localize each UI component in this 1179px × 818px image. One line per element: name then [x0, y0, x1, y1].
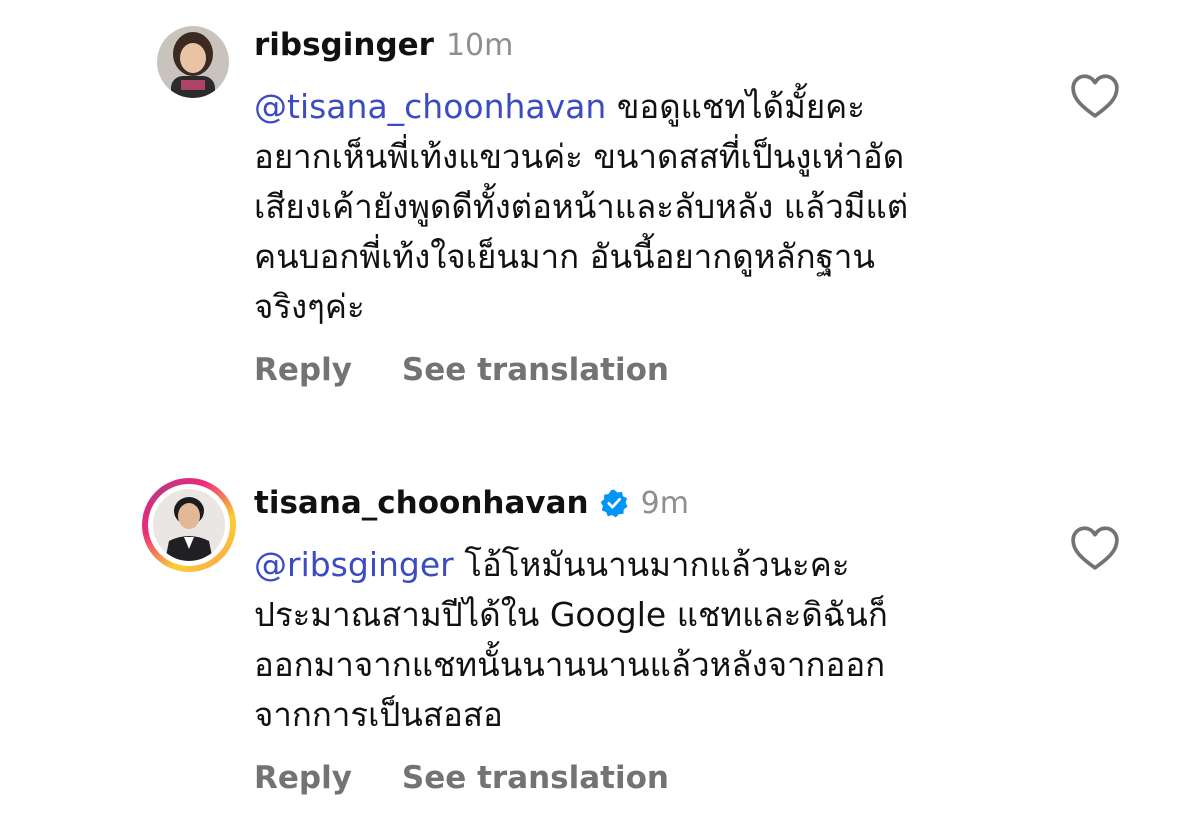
- timestamp: 10m: [445, 27, 514, 63]
- username[interactable]: ribsginger: [254, 27, 434, 63]
- comment-item: tisana_choonhavan 9m @ribsginger โอ้โหมั…: [0, 420, 1179, 818]
- avatar: [153, 489, 225, 561]
- comment-header: tisana_choonhavan 9m: [254, 482, 689, 524]
- mention-link[interactable]: @ribsginger: [254, 545, 454, 584]
- see-translation-button[interactable]: See translation: [402, 760, 669, 796]
- heart-outline-icon[interactable]: [1070, 73, 1120, 119]
- verified-badge-icon: [600, 489, 628, 518]
- reply-button[interactable]: Reply: [254, 760, 352, 796]
- username[interactable]: tisana_choonhavan: [254, 485, 589, 521]
- comment-text: @tisana_choonhavan ขอดูแชทได้มั้ยคะ อยาก…: [254, 82, 1054, 332]
- mention-link[interactable]: @tisana_choonhavan: [254, 87, 606, 126]
- avatar-photo-icon: [153, 489, 225, 561]
- story-ring[interactable]: [142, 478, 236, 572]
- avatar-photo-icon: [157, 26, 229, 98]
- comment-line: ออกมาจากแชทนั้นนานนานแล้วหลังจากออก: [254, 645, 886, 684]
- avatar[interactable]: [157, 26, 229, 98]
- comment-header: ribsginger 10m: [254, 24, 513, 66]
- comment-item: ribsginger 10m @tisana_choonhavan ขอดูแช…: [0, 0, 1179, 420]
- see-translation-button[interactable]: See translation: [402, 352, 669, 388]
- comment-line: ประมาณสามปีได้ใน Google แชทและดิฉันก็: [254, 595, 888, 634]
- reply-button[interactable]: Reply: [254, 352, 352, 388]
- comment-line: อยากเห็นพี่เท้งแขวนค่ะ ขนาดสสที่เป็นงูเห…: [254, 137, 905, 176]
- comment-actions: Reply See translation: [254, 352, 669, 388]
- comment-line-text: โอ้โหมันนานมากแล้วนะคะ: [453, 545, 850, 584]
- comment-text: @ribsginger โอ้โหมันนานมากแล้วนะคะ ประมา…: [254, 540, 1054, 740]
- comment-line: เสียงเค้ายังพูดดีทั้งต่อหน้าและลับหลัง แ…: [254, 187, 909, 226]
- comment-line: @ribsginger โอ้โหมันนานมากแล้วนะคะ: [254, 540, 1054, 590]
- heart-outline-icon[interactable]: [1070, 525, 1120, 571]
- comment-line: จากการเป็นสอสอ: [254, 695, 503, 734]
- comment-line: จริงๆค่ะ: [254, 287, 365, 326]
- timestamp: 9m: [640, 485, 689, 521]
- comment-actions: Reply See translation: [254, 760, 669, 796]
- comment-line: คนบอกพี่เท้งใจเย็นมาก อันนี้อยากดูหลักฐา…: [254, 237, 875, 276]
- comment-line-text: ขอดูแชทได้มั้ยคะ: [606, 87, 865, 126]
- comment-line: @tisana_choonhavan ขอดูแชทได้มั้ยคะ: [254, 82, 1054, 132]
